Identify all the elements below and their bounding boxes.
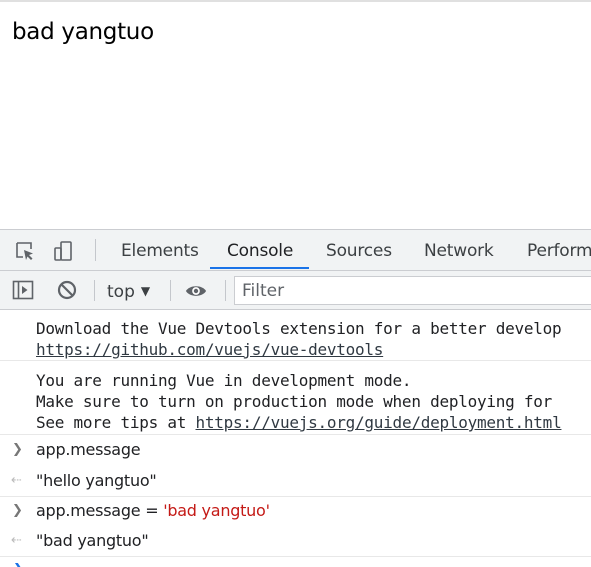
console-input-row: ❯ app.message = 'bad yangtuo' [0,497,591,527]
result-arrow-icon: ⇠ [11,473,22,488]
console-input-text: app.message [36,440,141,459]
tab-elements[interactable]: Elements [121,230,199,270]
chevron-right-icon: ❯ [12,442,23,457]
message-text: Download the Vue Devtools extension for … [36,319,562,338]
console-prompt-icon[interactable]: ❯ [13,562,24,567]
console-result-text: "hello yangtuo" [36,471,157,490]
result-arrow-icon: ⇠ [11,533,22,548]
message-text: Make sure to turn on production mode whe… [36,392,553,411]
message-text: See more tips at [36,413,196,432]
device-toggle-icon[interactable] [52,240,74,262]
console-result-row: ⇠ "bad yangtuo" [0,527,591,557]
eye-icon[interactable] [185,280,207,302]
console-input-string: 'bad yangtuo' [163,501,270,520]
devtools-panel: Elements Console Sources Network Perform… [0,229,591,567]
console-messages: Download the Vue Devtools extension for … [0,310,591,567]
context-value: top [107,282,135,302]
filter-input[interactable] [234,276,591,305]
caret-down-icon: ▼ [140,284,151,298]
console-result-row: ⇠ "hello yangtuo" [0,466,591,497]
vue-devtools-link[interactable]: https://github.com/vuejs/vue-devtools [36,340,383,359]
tab-performance[interactable]: Perform [527,230,591,270]
toolbar-separator [225,280,226,301]
inspect-element-icon[interactable] [14,240,36,262]
tab-sources[interactable]: Sources [326,230,392,270]
tab-network[interactable]: Network [424,230,494,270]
tabbar-separator [95,239,96,261]
page-heading: bad yangtuo [12,19,154,45]
toolbar-separator [170,280,171,301]
console-message-devtools: Download the Vue Devtools extension for … [0,310,591,361]
deployment-guide-link[interactable]: https://vuejs.org/guide/deployment.html [196,413,562,432]
sidebar-toggle-icon[interactable] [12,279,34,301]
page-viewport: bad yangtuo [0,0,591,229]
message-text: You are running Vue in development mode. [36,371,412,390]
console-input-code: app.message = [36,501,164,520]
console-message-devmode: You are running Vue in development mode.… [0,361,591,435]
active-tab-indicator [210,267,309,269]
devtools-tabbar: Elements Console Sources Network Perform [0,230,591,271]
console-input-text: app.message = 'bad yangtuo' [36,501,270,520]
console-toolbar: top ▼ [0,271,591,310]
message-text-with-link: See more tips at https://vuejs.org/guide… [36,413,562,432]
console-input-row: ❯ app.message [0,435,591,466]
clear-console-icon[interactable] [56,279,78,301]
context-selector[interactable]: top ▼ [107,280,150,302]
tab-console[interactable]: Console [227,230,293,270]
toolbar-separator [94,280,95,301]
chevron-right-icon: ❯ [12,503,23,518]
console-result-text: "bad yangtuo" [36,531,149,550]
